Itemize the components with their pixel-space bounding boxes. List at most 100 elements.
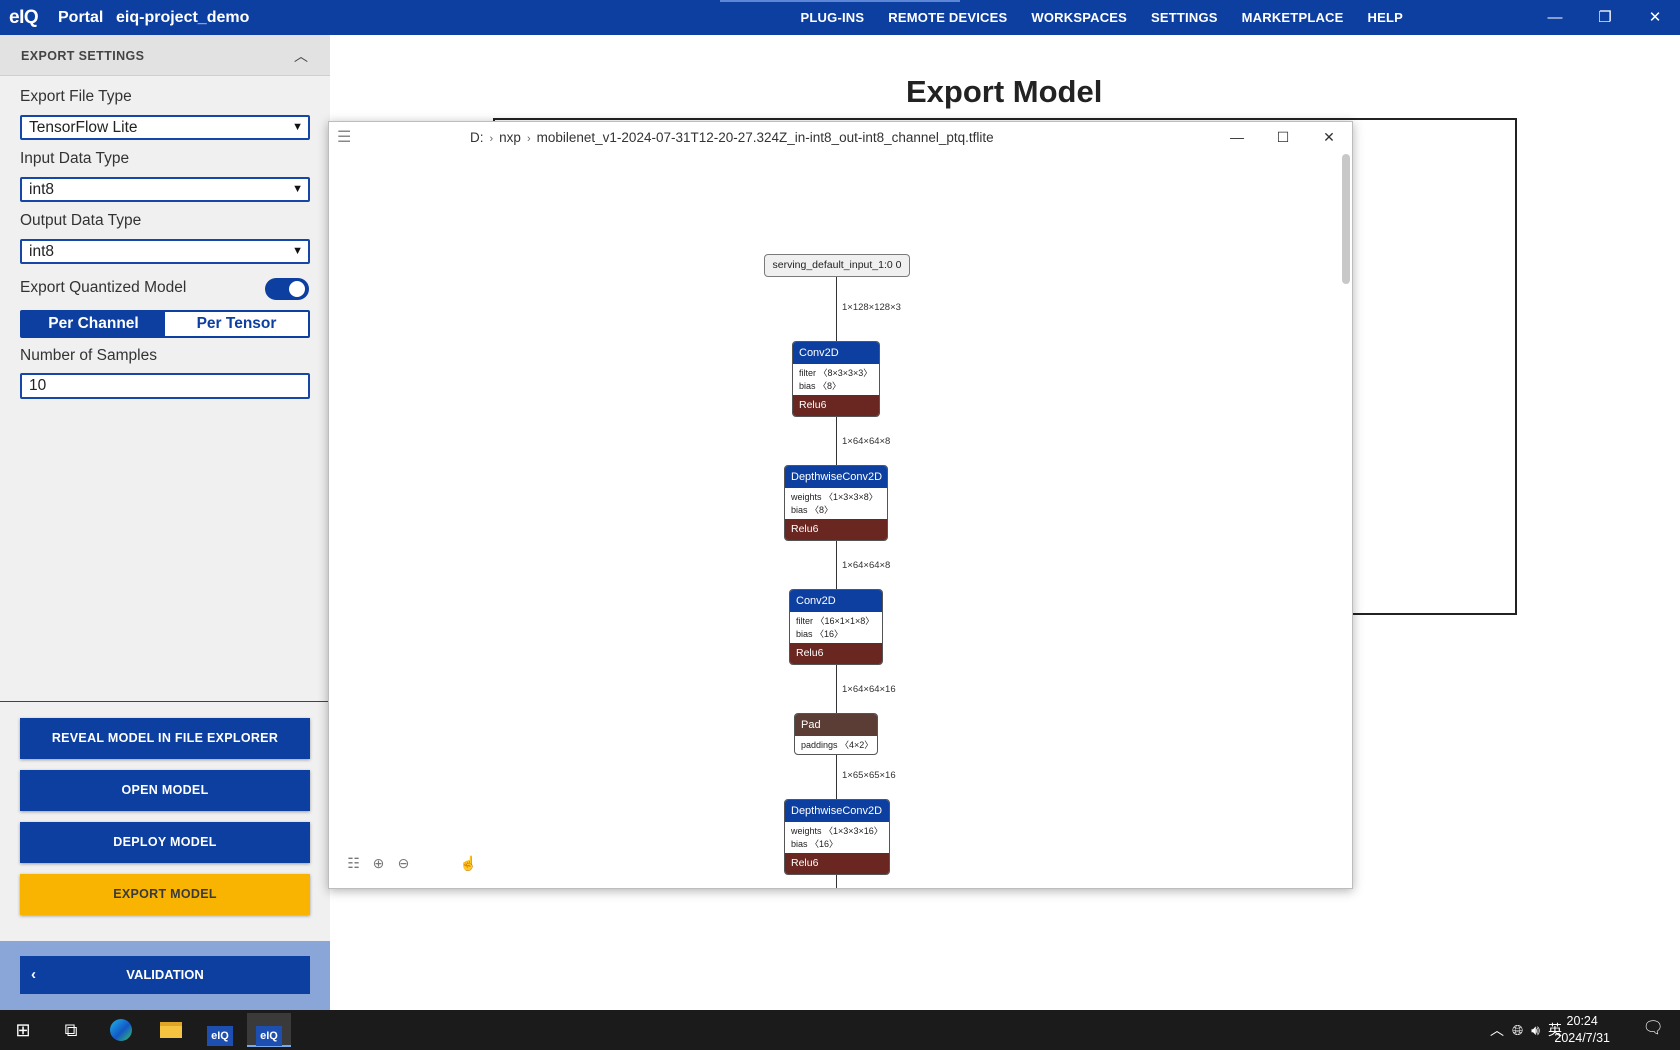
graph-input-node[interactable]: serving_default_input_1:0 0 bbox=[764, 254, 910, 277]
node-attr: bias 〈16〉 bbox=[791, 839, 839, 849]
node-op: Conv2D bbox=[790, 590, 882, 612]
node-attr: bias 〈16〉 bbox=[796, 629, 844, 639]
nav-plugins[interactable]: PLUG-INS bbox=[789, 0, 877, 35]
zoom-out-icon[interactable]: ⊖ bbox=[391, 855, 416, 875]
nav-marketplace[interactable]: MARKETPLACE bbox=[1230, 0, 1356, 35]
project-name: eiq-project_demo bbox=[116, 9, 250, 26]
notification-center-icon[interactable]: 🗨︎ bbox=[1642, 1018, 1664, 1038]
export-quantized-toggle[interactable] bbox=[265, 278, 309, 300]
edge-shape-label: 1×64×64×16 bbox=[842, 684, 896, 695]
node-attr: bias 〈8〉 bbox=[791, 505, 834, 515]
windows-start-icon[interactable]: ⊞ bbox=[0, 1010, 46, 1050]
close-icon[interactable]: ✕ bbox=[1630, 0, 1680, 35]
graph-node-depthwiseconv2d[interactable]: DepthwiseConv2D weights 〈1×3×3×8〉 bias 〈… bbox=[784, 465, 888, 541]
open-model-button[interactable]: OPEN MODEL bbox=[20, 770, 310, 811]
close-icon[interactable]: ✕ bbox=[1306, 122, 1352, 152]
graph-node-pad[interactable]: Pad paddings 〈4×2〉 bbox=[794, 713, 878, 755]
node-activation: Relu6 bbox=[785, 853, 889, 874]
node-attr: weights 〈1×3×3×16〉 bbox=[791, 826, 883, 836]
show-hidden-icons-icon[interactable]: ︿ bbox=[1490, 1020, 1504, 1040]
vertical-scrollbar[interactable] bbox=[1342, 154, 1350, 284]
eiq-app-icon[interactable]: eIQ bbox=[198, 1013, 242, 1047]
export-file-type-select[interactable]: TensorFlow Lite ▼ bbox=[20, 115, 310, 140]
sidebar-divider bbox=[0, 701, 330, 702]
viewer-toolbar: ☷ ⊕ ⊖ ☝ bbox=[341, 855, 481, 875]
edge-shape-label: 1×128×128×3 bbox=[842, 302, 901, 313]
per-tensor-option[interactable]: Per Tensor bbox=[165, 312, 308, 336]
clock-date: 2024/7/31 bbox=[1554, 1031, 1610, 1045]
top-nav: PLUG-INS REMOTE DEVICES WORKSPACES SETTI… bbox=[789, 0, 1415, 35]
export-file-type-value: TensorFlow Lite bbox=[29, 119, 138, 136]
input-data-type-value: int8 bbox=[29, 181, 54, 198]
chevron-down-icon: ▼ bbox=[292, 121, 303, 133]
graph-node-depthwiseconv2d[interactable]: DepthwiseConv2D weights 〈1×3×3×16〉 bias … bbox=[784, 799, 890, 875]
nav-help[interactable]: HELP bbox=[1356, 0, 1415, 35]
output-data-type-value: int8 bbox=[29, 243, 54, 260]
export-settings-header[interactable]: EXPORT SETTINGS ︿ bbox=[0, 35, 330, 76]
restore-icon[interactable]: ❐ bbox=[1580, 0, 1630, 35]
chevron-up-icon[interactable]: ︿ bbox=[294, 46, 308, 66]
taskbar-clock[interactable]: 20:24 2024/7/31 bbox=[1554, 1013, 1610, 1047]
file-explorer-icon[interactable] bbox=[148, 1010, 194, 1050]
task-view-icon[interactable]: ⧉ bbox=[48, 1010, 94, 1050]
page-title: Export Model bbox=[906, 74, 1103, 109]
nav-workspaces[interactable]: WORKSPACES bbox=[1019, 0, 1139, 35]
minimize-icon[interactable]: — bbox=[1530, 0, 1580, 35]
chevron-down-icon: ▼ bbox=[292, 245, 303, 257]
edge-shape-label: 1×65×65×16 bbox=[842, 770, 896, 781]
breadcrumb-folder[interactable]: nxp bbox=[499, 130, 521, 145]
node-op: Pad bbox=[795, 714, 877, 736]
node-attributes: filter 〈16×1×1×8〉 bias 〈16〉 bbox=[790, 612, 882, 643]
node-attr: weights 〈1×3×3×8〉 bbox=[791, 492, 878, 502]
breadcrumb-file[interactable]: mobilenet_v1-2024-07-31T12-20-27.324Z_in… bbox=[537, 130, 994, 145]
graph-node-conv2d[interactable]: Conv2D filter 〈16×1×1×8〉 bias 〈16〉 Relu6 bbox=[789, 589, 883, 665]
num-samples-input[interactable]: 10 bbox=[20, 373, 310, 399]
pointer-icon[interactable]: ☝ bbox=[456, 855, 481, 875]
maximize-icon[interactable]: ☐ bbox=[1260, 122, 1306, 152]
deploy-model-button[interactable]: DEPLOY MODEL bbox=[20, 822, 310, 863]
network-globe-icon[interactable]: 🌐︎ bbox=[1512, 1022, 1523, 1039]
clock-time: 20:24 bbox=[1566, 1014, 1598, 1028]
volume-icon[interactable]: 🔊︎ bbox=[1531, 1022, 1540, 1039]
sidebar-footer: ‹ VALIDATION bbox=[0, 941, 330, 1010]
minimize-icon[interactable]: — bbox=[1214, 122, 1260, 152]
viewer-window-controls: — ☐ ✕ bbox=[1214, 122, 1352, 152]
node-activation: Relu6 bbox=[790, 643, 882, 664]
node-attributes: filter 〈8×3×3×3〉 bias 〈8〉 bbox=[793, 364, 879, 395]
menu-icon[interactable]: ☰ bbox=[337, 127, 351, 147]
toggle-knob bbox=[289, 281, 305, 297]
nav-settings[interactable]: SETTINGS bbox=[1139, 0, 1230, 35]
model-viewer-window: ☰ D: › nxp › mobilenet_v1-2024-07-31T12-20-2… bbox=[328, 121, 1353, 889]
edge-browser-icon[interactable] bbox=[98, 1010, 144, 1050]
quantization-mode-segmented: Per Channel Per Tensor bbox=[20, 310, 310, 338]
chevron-down-icon: ▼ bbox=[292, 183, 303, 195]
export-file-type-label: Export File Type bbox=[20, 88, 132, 105]
node-attr: filter 〈8×3×3×3〉 bbox=[799, 368, 873, 378]
chevron-left-icon: ‹ bbox=[31, 966, 36, 983]
reveal-model-button[interactable]: REVEAL MODEL IN FILE EXPLORER bbox=[20, 718, 310, 759]
breadcrumb-drive[interactable]: D: bbox=[470, 130, 484, 145]
validation-back-button[interactable]: ‹ VALIDATION bbox=[20, 956, 310, 994]
graph-node-conv2d[interactable]: Conv2D filter 〈8×3×3×3〉 bias 〈8〉 Relu6 bbox=[792, 341, 880, 417]
app-name: Portal bbox=[58, 9, 104, 26]
node-attributes: paddings 〈4×2〉 bbox=[795, 736, 877, 754]
per-channel-option[interactable]: Per Channel bbox=[22, 312, 165, 336]
list-icon[interactable]: ☷ bbox=[341, 855, 366, 875]
zoom-in-icon[interactable]: ⊕ bbox=[366, 855, 391, 875]
input-data-type-select[interactable]: int8 ▼ bbox=[20, 177, 310, 202]
export-settings-title: EXPORT SETTINGS bbox=[21, 49, 145, 63]
node-attributes: weights 〈1×3×3×16〉 bias 〈16〉 bbox=[785, 822, 889, 853]
node-op: DepthwiseConv2D bbox=[785, 800, 889, 822]
edge-shape-label: 1×64×64×8 bbox=[842, 560, 891, 571]
output-data-type-select[interactable]: int8 ▼ bbox=[20, 239, 310, 264]
eiq-app-active-icon[interactable]: eIQ bbox=[247, 1013, 291, 1047]
nav-remote-devices[interactable]: REMOTE DEVICES bbox=[876, 0, 1019, 35]
node-activation: Relu6 bbox=[785, 519, 887, 540]
export-model-button[interactable]: EXPORT MODEL bbox=[20, 874, 310, 915]
node-op: DepthwiseConv2D bbox=[785, 466, 887, 488]
validation-label: VALIDATION bbox=[126, 967, 204, 982]
num-samples-label: Number of Samples bbox=[20, 347, 157, 364]
node-attr: bias 〈8〉 bbox=[799, 381, 842, 391]
chevron-right-icon: › bbox=[526, 133, 531, 145]
node-attr: paddings 〈4×2〉 bbox=[801, 740, 874, 750]
